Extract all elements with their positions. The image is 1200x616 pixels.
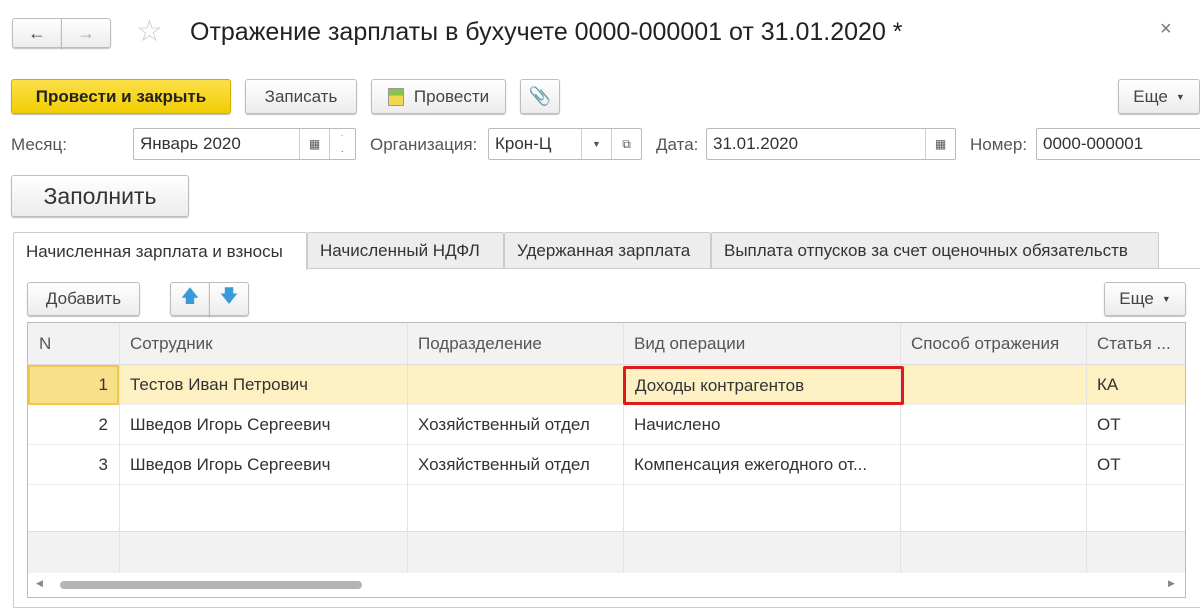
- column-header-department[interactable]: Подразделение: [407, 323, 623, 365]
- add-button[interactable]: Добавить: [27, 282, 140, 316]
- cell-n: 1: [98, 375, 108, 394]
- favorite-star-icon[interactable]: ☆: [136, 14, 163, 49]
- number-field[interactable]: 0000-000001: [1036, 128, 1200, 160]
- column-header-n[interactable]: N: [28, 323, 119, 365]
- post-document-icon: [387, 87, 404, 106]
- number-label: Номер:: [970, 135, 1028, 154]
- cell-n: 3: [98, 455, 108, 474]
- month-value: Январь 2020: [140, 134, 241, 153]
- post-button[interactable]: Провести: [371, 79, 506, 114]
- month-stepper[interactable]: ˙.: [329, 129, 355, 159]
- forward-button[interactable]: →: [61, 18, 111, 48]
- paperclip-icon: 📎: [528, 86, 552, 106]
- dropdown-icon[interactable]: ▼: [581, 129, 611, 159]
- calendar-icon[interactable]: ▦: [925, 129, 955, 159]
- date-field[interactable]: 31.01.2020 ▦: [706, 128, 956, 160]
- move-down-button[interactable]: 🡇: [209, 282, 249, 316]
- cell-operation: Начислено: [634, 415, 721, 434]
- chevron-down-icon: ▼: [1175, 91, 1185, 102]
- post-button-label: Провести: [413, 86, 490, 106]
- cell-operation-highlighted: Доходы контрагентов: [623, 366, 904, 405]
- date-value: 31.01.2020: [713, 134, 799, 153]
- tab-withheld-salary[interactable]: Удержанная зарплата: [504, 232, 711, 268]
- horizontal-scrollbar[interactable]: ◀ ▶: [28, 573, 1185, 597]
- cell-employee: Тестов Иван Петрович: [130, 375, 309, 394]
- tab-accrued-salary[interactable]: Начисленная зарплата и взносы: [13, 232, 307, 270]
- table-more-button[interactable]: Еще ▼: [1104, 282, 1186, 316]
- column-header-article[interactable]: Статья ...: [1086, 323, 1185, 365]
- cell-article: ОТ: [1097, 415, 1121, 434]
- column-header-employee[interactable]: Сотрудник: [119, 323, 407, 365]
- cell-employee: Шведов Игорь Сергеевич: [130, 455, 331, 474]
- calendar-icon[interactable]: ▦: [299, 129, 329, 159]
- arrow-down-icon: 🡇: [219, 286, 239, 306]
- cell-article: ОТ: [1097, 455, 1121, 474]
- cell-article: КА: [1097, 375, 1119, 394]
- table-more-label: Еще: [1119, 289, 1154, 308]
- column-header-operation[interactable]: Вид операции: [623, 323, 900, 365]
- column-header-method[interactable]: Способ отражения: [900, 323, 1086, 365]
- table: N Сотрудник Подразделение Вид операции С…: [27, 322, 1186, 598]
- month-field[interactable]: Январь 2020 ▦ ˙.: [133, 128, 356, 160]
- number-value: 0000-000001: [1043, 134, 1144, 153]
- organization-label: Организация:: [370, 135, 478, 154]
- arrow-up-icon: 🡅: [180, 286, 200, 306]
- cell-operation: Компенсация ежегодного от...: [634, 455, 868, 474]
- back-button[interactable]: ←: [12, 18, 62, 48]
- more-button[interactable]: Еще ▼: [1118, 79, 1200, 114]
- page-title: Отражение зарплаты в бухучете 0000-00000…: [190, 18, 903, 46]
- cell-department: Хозяйственный отдел: [418, 455, 590, 474]
- attach-button[interactable]: 📎: [520, 79, 560, 114]
- open-icon[interactable]: ⧉: [611, 129, 641, 159]
- cell-method: [900, 445, 1086, 485]
- cell-department: Хозяйственный отдел: [418, 415, 590, 434]
- cell-department: [407, 365, 623, 405]
- cell-n: 2: [98, 415, 108, 434]
- chevron-down-icon: ▼: [1161, 294, 1171, 304]
- cell-employee: Шведов Игорь Сергеевич: [130, 415, 331, 434]
- cell-method: [900, 405, 1086, 445]
- tab-vacation-payments[interactable]: Выплата отпусков за счет оценочных обяза…: [711, 232, 1159, 268]
- table-footer: [28, 531, 1185, 573]
- save-button[interactable]: Записать: [245, 79, 357, 114]
- organization-field[interactable]: Крон-Ц ▼ ⧉: [488, 128, 642, 160]
- cell-method: [904, 365, 1086, 405]
- date-label: Дата:: [656, 135, 699, 154]
- fill-button[interactable]: Заполнить: [11, 175, 189, 217]
- scroll-left-icon[interactable]: ◀: [36, 578, 43, 589]
- post-and-close-button[interactable]: Провести и закрыть: [11, 79, 231, 114]
- move-up-button[interactable]: 🡅: [170, 282, 210, 316]
- scrollbar-thumb[interactable]: [60, 581, 362, 589]
- more-label: Еще: [1133, 86, 1168, 106]
- month-label: Месяц:: [11, 135, 67, 154]
- tab-accrued-ndfl[interactable]: Начисленный НДФЛ: [307, 232, 504, 268]
- scroll-right-icon[interactable]: ▶: [1168, 578, 1175, 589]
- organization-value: Крон-Ц: [495, 134, 552, 153]
- close-icon[interactable]: ×: [1160, 18, 1172, 41]
